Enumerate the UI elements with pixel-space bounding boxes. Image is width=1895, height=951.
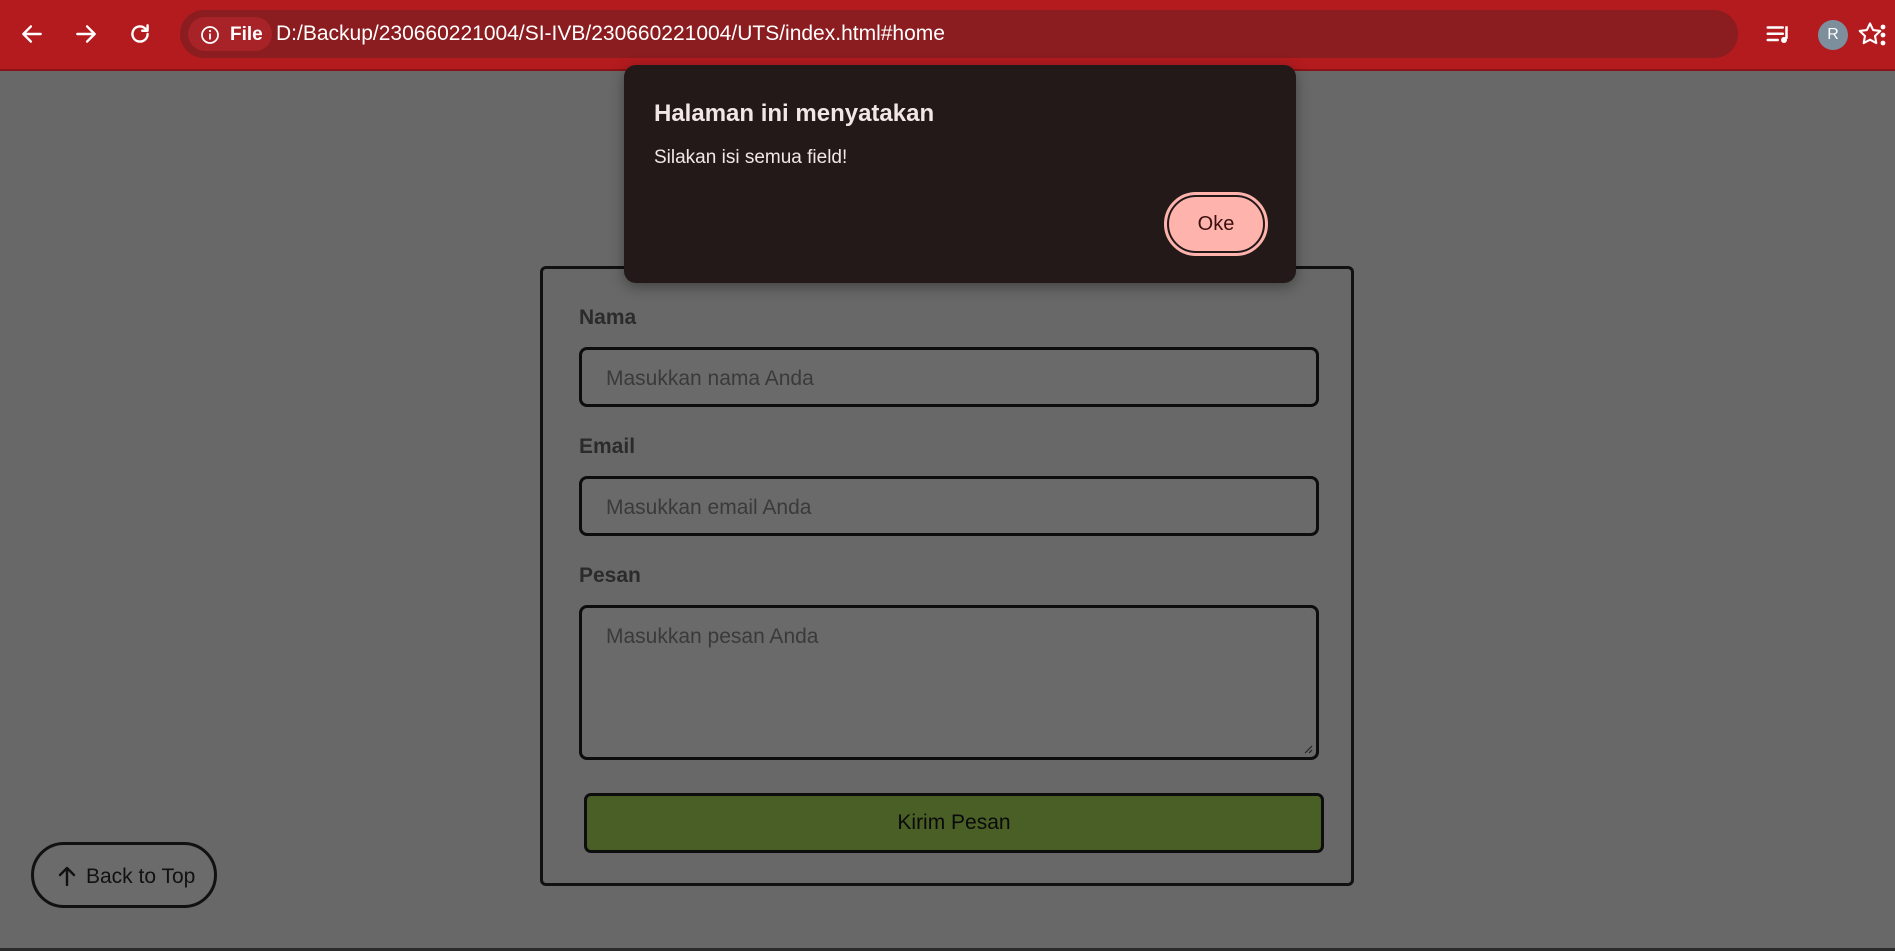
ok-button[interactable]: Oke bbox=[1164, 192, 1268, 256]
site-info-chip[interactable]: File bbox=[188, 17, 272, 51]
site-info-label: File bbox=[230, 24, 263, 45]
alert-message: Silakan isi semua field! bbox=[654, 147, 848, 168]
back-button[interactable] bbox=[14, 16, 50, 52]
alert-dialog: Halaman ini menyatakan Silakan isi semua… bbox=[624, 65, 1296, 283]
email-label: Email bbox=[579, 435, 636, 458]
back-to-top-button[interactable]: Back to Top bbox=[31, 842, 217, 908]
info-icon bbox=[201, 26, 219, 44]
email-placeholder: Masukkan email Anda bbox=[606, 496, 812, 519]
email-input[interactable]: Masukkan email Anda bbox=[579, 476, 1319, 536]
message-textarea[interactable]: Masukkan pesan Anda bbox=[579, 605, 1319, 760]
contact-form: Nama Masukkan nama Anda Email Masukkan e… bbox=[540, 266, 1354, 886]
forward-button[interactable] bbox=[68, 16, 104, 52]
arrow-up-icon bbox=[58, 866, 76, 887]
message-label: Pesan bbox=[579, 564, 641, 587]
resize-grip-icon[interactable] bbox=[1303, 744, 1313, 754]
profile-avatar[interactable]: R bbox=[1818, 20, 1848, 50]
address-bar[interactable]: File D:/Backup/230660221004/SI-IVB/23066… bbox=[180, 10, 1882, 58]
alert-title: Halaman ini menyatakan bbox=[654, 100, 935, 127]
name-input[interactable]: Masukkan nama Anda bbox=[579, 347, 1319, 407]
name-label: Nama bbox=[579, 306, 637, 329]
more-menu-icon[interactable] bbox=[1877, 18, 1889, 52]
reload-icon bbox=[131, 24, 149, 43]
back-to-top-label: Back to Top bbox=[86, 865, 196, 888]
browser-toolbar: File D:/Backup/230660221004/SI-IVB/23066… bbox=[0, 0, 1895, 71]
reload-button[interactable] bbox=[122, 16, 158, 52]
arrow-left-icon bbox=[22, 25, 42, 43]
name-placeholder: Masukkan nama Anda bbox=[606, 367, 814, 390]
url-text[interactable]: D:/Backup/230660221004/SI-IVB/2306602210… bbox=[276, 22, 945, 46]
submit-button[interactable]: Kirim Pesan bbox=[584, 793, 1324, 853]
media-queue-icon[interactable] bbox=[1764, 20, 1794, 50]
message-placeholder: Masukkan pesan Anda bbox=[606, 625, 819, 648]
arrow-right-icon bbox=[76, 25, 96, 43]
